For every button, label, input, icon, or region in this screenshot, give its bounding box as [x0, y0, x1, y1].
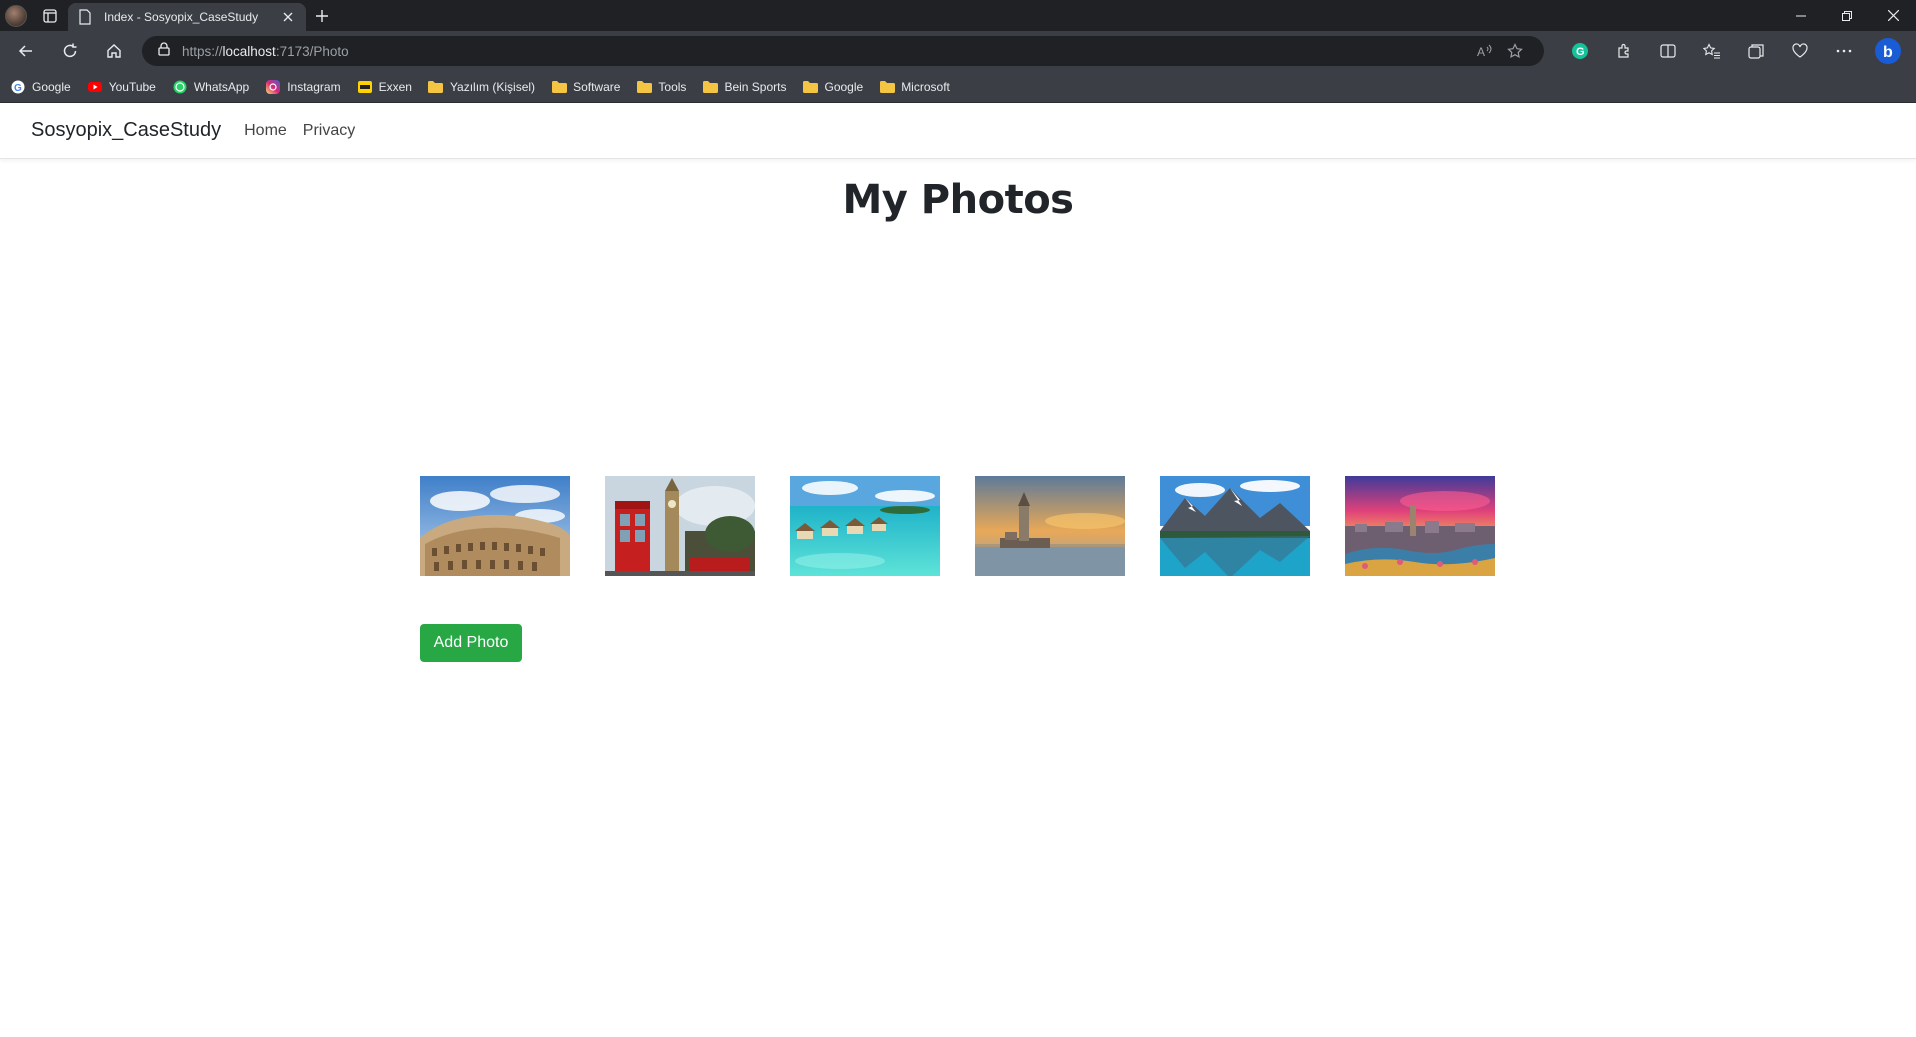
favorites-icon[interactable] — [1690, 35, 1734, 67]
svg-text:G: G — [14, 83, 22, 94]
grammarly-icon[interactable]: G — [1558, 35, 1602, 67]
folder-icon — [636, 79, 652, 95]
browser-essentials-icon[interactable] — [1778, 35, 1822, 67]
add-photo-button[interactable]: Add Photo — [420, 624, 522, 662]
folder-icon — [802, 79, 818, 95]
bookmark-folder-tools[interactable]: Tools — [636, 79, 686, 95]
folder-icon — [428, 79, 444, 95]
folder-icon — [879, 79, 895, 95]
whatsapp-icon — [172, 79, 188, 95]
photo-colosseum[interactable] — [420, 476, 570, 576]
bookmark-folder-microsoft[interactable]: Microsoft — [879, 79, 950, 95]
bookmark-whatsapp[interactable]: WhatsApp — [172, 79, 249, 95]
site-navbar: Sosyopix_CaseStudy Home Privacy — [0, 103, 1916, 159]
collections-icon[interactable] — [1734, 35, 1778, 67]
extensions-icon[interactable] — [1602, 35, 1646, 67]
nav-home[interactable]: Home — [244, 122, 287, 140]
site-brand[interactable]: Sosyopix_CaseStudy — [31, 119, 221, 142]
photo-park-guell[interactable] — [1345, 476, 1495, 576]
youtube-icon — [87, 79, 103, 95]
svg-text:b: b — [1883, 44, 1893, 61]
home-icon[interactable] — [94, 35, 134, 67]
photo-maldives[interactable] — [790, 476, 940, 576]
favorite-star-icon[interactable] — [1500, 36, 1530, 66]
folder-icon — [702, 79, 718, 95]
address-bar[interactable]: https://localhost:7173/Photo A — [142, 36, 1544, 66]
read-aloud-icon[interactable]: A — [1470, 36, 1500, 66]
bookmark-folder-yazilim[interactable]: Yazılım (Kişisel) — [428, 79, 535, 95]
svg-text:G: G — [1576, 46, 1585, 58]
close-window-icon[interactable] — [1870, 0, 1916, 31]
minimize-icon[interactable] — [1778, 0, 1824, 31]
google-icon: G — [10, 79, 26, 95]
back-icon[interactable] — [6, 35, 46, 67]
split-screen-icon[interactable] — [1646, 35, 1690, 67]
bookmark-youtube[interactable]: YouTube — [87, 79, 156, 95]
photo-maidens-tower[interactable] — [975, 476, 1125, 576]
new-tab-icon[interactable] — [306, 0, 338, 31]
restore-icon[interactable] — [1824, 0, 1870, 31]
nav-privacy[interactable]: Privacy — [303, 122, 355, 140]
profile-avatar[interactable] — [0, 0, 32, 31]
bookmark-instagram[interactable]: Instagram — [265, 79, 341, 95]
exxen-icon — [357, 79, 373, 95]
bookmark-folder-bein-sports[interactable]: Bein Sports — [702, 79, 786, 95]
browser-tab-active[interactable]: Index - Sosyopix_CaseStudy — [68, 3, 306, 31]
photo-gallery — [420, 476, 1530, 576]
bookmark-folder-google[interactable]: Google — [802, 79, 863, 95]
bookmark-folder-software[interactable]: Software — [551, 79, 620, 95]
more-menu-icon[interactable] — [1822, 35, 1866, 67]
tab-actions-icon[interactable] — [32, 0, 68, 31]
bing-copilot-icon[interactable]: b — [1866, 35, 1910, 67]
photo-london[interactable] — [605, 476, 755, 576]
browser-titlebar: Index - Sosyopix_CaseStudy — [0, 0, 1916, 31]
bookmark-exxen[interactable]: Exxen — [357, 79, 412, 95]
bookmark-google[interactable]: G Google — [10, 79, 71, 95]
photo-mountain-lake[interactable] — [1160, 476, 1310, 576]
lock-icon[interactable] — [158, 41, 170, 61]
url-text[interactable]: https://localhost:7173/Photo — [182, 44, 1470, 59]
refresh-icon[interactable] — [50, 35, 90, 67]
close-tab-icon[interactable] — [280, 9, 296, 25]
svg-text:A: A — [1477, 45, 1485, 58]
page-title: My Photos — [842, 177, 1075, 223]
bookmarks-bar: G Google YouTube WhatsApp Instagram Exxe… — [0, 71, 1916, 103]
tab-title: Index - Sosyopix_CaseStudy — [104, 10, 259, 24]
page-icon — [79, 9, 91, 25]
instagram-icon — [265, 79, 281, 95]
browser-toolbar: https://localhost:7173/Photo A G b — [0, 31, 1916, 71]
folder-icon — [551, 79, 567, 95]
